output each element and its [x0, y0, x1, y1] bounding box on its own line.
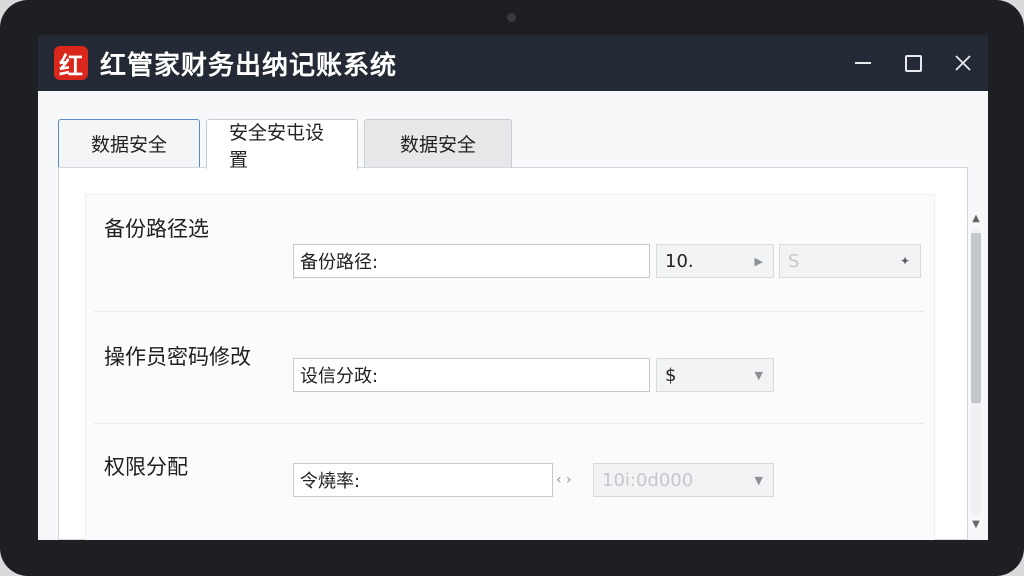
minimize-button[interactable]	[838, 35, 888, 91]
password-select-value: $	[665, 364, 677, 386]
backup-select-1[interactable]: 10. ▶	[656, 244, 774, 278]
scroll-up-icon[interactable]: ▲	[968, 211, 984, 227]
settings-inner: 备份路径选 备份路径: 10. ▶ S ✦ 操作员密码修改 设信分政: $ ▼ …	[85, 194, 935, 540]
title-bar: 红 红管家财务出纳记账系统	[38, 35, 988, 91]
close-button[interactable]	[938, 35, 988, 91]
spin-icon: ✦	[899, 254, 910, 268]
app-logo-icon: 红	[54, 46, 88, 80]
password-section-title: 操作员密码修改	[104, 345, 251, 369]
app-title: 红管家财务出纳记账系统	[100, 50, 398, 81]
minimize-icon	[855, 62, 871, 64]
divider	[94, 423, 924, 424]
settings-panel: 备份路径选 备份路径: 10. ▶ S ✦ 操作员密码修改 设信分政: $ ▼ …	[58, 167, 968, 540]
maximize-icon	[904, 54, 922, 72]
tab-security-settings[interactable]: 安全安屯设置	[206, 119, 358, 171]
backup-select-2-value: S	[788, 250, 800, 272]
backup-select-2[interactable]: S ✦	[779, 244, 921, 278]
content-area: 数据安全 安全安屯设置 数据安全 备份路径选 备份路径: 10. ▶ S ✦ 操…	[38, 91, 988, 540]
close-icon	[955, 55, 971, 71]
permissions-field[interactable]: 令燒率:	[293, 463, 553, 497]
tablet-frame: 红 红管家财务出纳记账系统 数据安全 安全安屯设置 数据安全 备份路径选 备份路…	[0, 0, 1024, 576]
maximize-button[interactable]	[888, 35, 938, 91]
window-controls	[838, 35, 988, 91]
scroll-thumb[interactable]	[971, 233, 981, 403]
password-select[interactable]: $ ▼	[656, 358, 774, 392]
permissions-select-value: 10i:0d000	[602, 469, 694, 491]
backup-section-title: 备份路径选	[104, 217, 209, 241]
tab-bar: 数据安全 安全安屯设置 数据安全	[58, 119, 518, 171]
tab-data-security[interactable]: 数据安全	[58, 119, 200, 167]
permissions-select[interactable]: 10i:0d000 ▼	[593, 463, 774, 497]
divider	[94, 311, 924, 312]
transfer-arrows-icon[interactable]: ‹ ›	[556, 472, 572, 488]
chevron-down-icon: ▼	[754, 473, 763, 487]
vertical-scrollbar[interactable]: ▲ ▼	[968, 211, 984, 533]
scroll-down-icon[interactable]: ▼	[968, 517, 984, 533]
app-window: 红 红管家财务出纳记账系统 数据安全 安全安屯设置 数据安全 备份路径选 备份路…	[38, 35, 988, 540]
chevron-down-icon: ▼	[754, 368, 763, 382]
permissions-section-title: 权限分配	[104, 455, 188, 479]
tab-data-security-2[interactable]: 数据安全	[364, 119, 512, 167]
backup-select-1-value: 10.	[665, 250, 694, 272]
camera	[507, 13, 516, 22]
password-field[interactable]: 设信分政:	[293, 358, 650, 392]
backup-path-field[interactable]: 备份路径:	[293, 244, 650, 278]
chevron-right-icon: ▶	[754, 254, 763, 268]
